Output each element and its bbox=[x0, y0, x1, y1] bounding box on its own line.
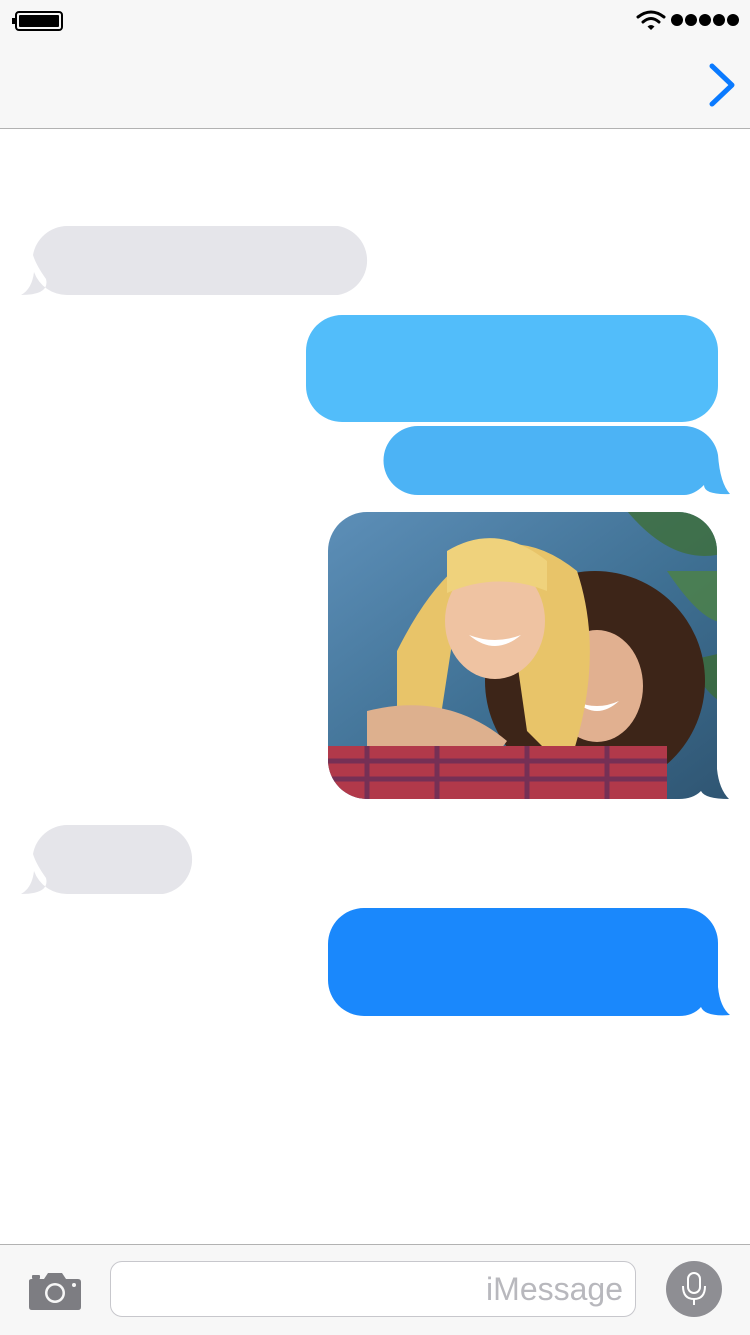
camera-icon[interactable] bbox=[28, 1271, 82, 1311]
message-field[interactable] bbox=[110, 1261, 636, 1317]
message-input[interactable] bbox=[111, 1262, 635, 1316]
status-bar bbox=[0, 0, 750, 40]
microphone-button[interactable] bbox=[666, 1261, 722, 1317]
sent-message-bubble[interactable] bbox=[305, 314, 719, 423]
signal-dots-icon bbox=[671, 14, 739, 26]
photo-message-bubble[interactable] bbox=[327, 511, 731, 801]
message-thread bbox=[0, 129, 750, 1244]
received-message-bubble[interactable] bbox=[20, 824, 200, 896]
sent-message-bubble[interactable] bbox=[327, 907, 732, 1018]
sent-message-bubble[interactable] bbox=[382, 425, 732, 497]
microphone-icon bbox=[682, 1272, 706, 1305]
wifi-icon bbox=[636, 10, 666, 30]
chevron-right-icon[interactable] bbox=[706, 62, 738, 108]
battery-full-icon bbox=[12, 11, 63, 31]
received-message-bubble[interactable] bbox=[20, 225, 376, 297]
nav-bar bbox=[0, 40, 750, 129]
input-bar bbox=[0, 1244, 750, 1335]
